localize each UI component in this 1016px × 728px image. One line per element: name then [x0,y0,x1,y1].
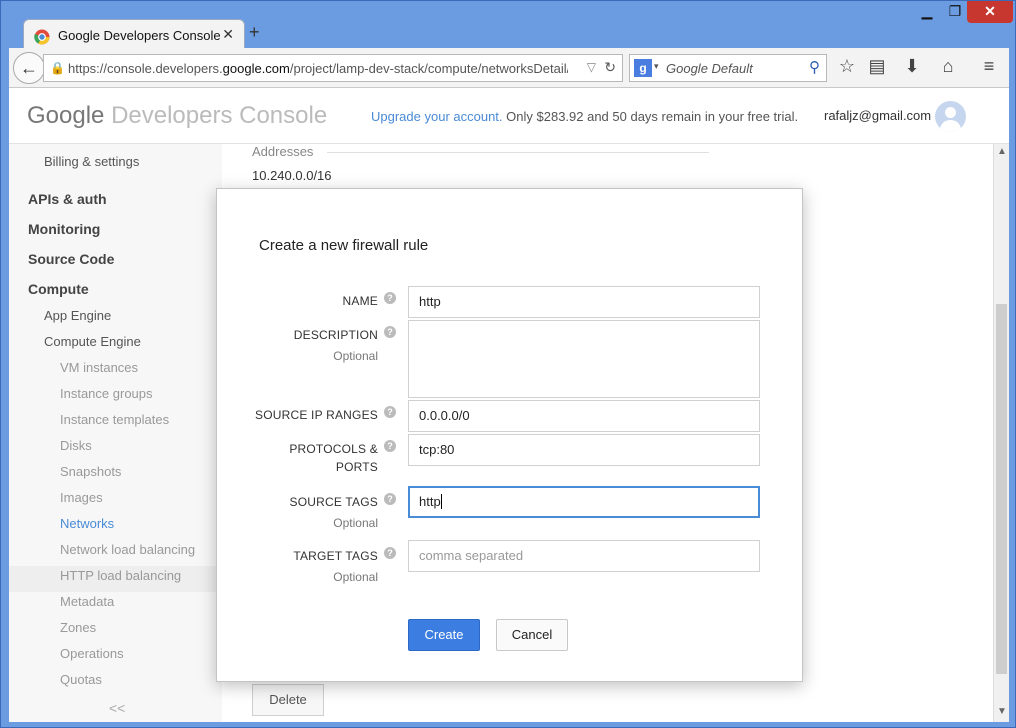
search-placeholder: Google Default [666,61,753,76]
sidebar-item-billing[interactable]: Billing & settings [44,154,139,169]
reading-list-icon[interactable]: ▤ [865,56,889,77]
section-divider [327,152,709,153]
search-icon[interactable]: ⚲ [809,58,820,76]
collapse-sidebar-icon[interactable]: << [109,700,125,716]
target-tags-input[interactable]: comma separated [408,540,760,572]
engine-dropdown-icon[interactable]: ▾ [654,61,659,72]
sidebar: Billing & settings APIs & auth Monitorin… [9,144,222,722]
upgrade-link[interactable]: Upgrade your account. [371,109,503,124]
name-label: NAME [342,294,378,308]
protocols-help-icon[interactable]: ? [384,440,396,452]
source-ip-ranges-label: SOURCE IP RANGES [254,408,378,422]
sidebar-item-monitoring[interactable]: Monitoring [28,221,100,237]
delete-button[interactable]: Delete [252,684,324,716]
source-ip-ranges-input[interactable]: 0.0.0.0/0 [408,400,760,432]
name-help-icon[interactable]: ? [384,292,396,304]
sidebar-item-apis-auth[interactable]: APIs & auth [28,191,107,207]
scroll-up-icon[interactable]: ▲ [997,146,1007,157]
description-help-icon[interactable]: ? [384,326,396,338]
sidebar-item-vm-instances[interactable]: VM instances [60,360,138,375]
minimize-icon[interactable]: ▁ [913,1,941,23]
sidebar-item-instance-groups[interactable]: Instance groups [60,386,153,401]
back-arrow-icon[interactable]: ← [13,52,45,84]
sidebar-item-images[interactable]: Images [60,490,103,505]
chrome-logo-icon [34,29,50,45]
sidebar-item-networks[interactable]: Networks [60,516,114,531]
console-logo[interactable]: Google Developers Console [27,102,327,130]
description-textarea[interactable] [408,320,760,398]
sidebar-item-quotas[interactable]: Quotas [60,672,102,687]
page-scrollbar[interactable]: ▲ ▼ [993,144,1009,722]
sidebar-item-source-code[interactable]: Source Code [28,251,114,267]
protocols-ports-label-line1: PROTOCOLS & [289,442,378,456]
name-input[interactable]: http [408,286,760,318]
scrollbar-thumb[interactable] [996,304,1007,674]
sidebar-item-compute-engine[interactable]: Compute Engine [44,334,141,349]
menu-icon[interactable]: ≡ [977,56,1001,77]
lock-icon: 🔒 [50,61,65,75]
sidebar-item-instance-templates[interactable]: Instance templates [60,412,169,427]
create-button[interactable]: Create [408,619,480,651]
sidebar-item-operations[interactable]: Operations [60,646,124,661]
console-header: Google Developers Console Upgrade your a… [9,88,1009,144]
browser-window: Google Developers Console ✕ + ▁ ❐ ✕ ← 🔒 … [0,0,1016,728]
history-dropdown-icon[interactable]: ▽ [587,60,596,74]
target-tags-label: TARGET TAGS [293,549,378,563]
search-bar[interactable]: g ▾ Google Default ⚲ [629,54,827,82]
sidebar-item-snapshots[interactable]: Snapshots [60,464,121,479]
addresses-value: 10.240.0.0/16 [252,168,332,183]
protocols-ports-input[interactable]: tcp:80 [408,434,760,466]
firewall-rule-dialog: Create a new firewall rule NAME ? http D… [216,188,803,682]
sidebar-item-app-engine[interactable]: App Engine [44,308,111,323]
dialog-title: Create a new firewall rule [259,237,429,254]
sidebar-item-http-load-balancing[interactable]: HTTP load balancing [60,568,181,583]
downloads-icon[interactable]: ⬇ [900,56,924,77]
url-text: https://console.developers.google.com/pr… [68,61,568,76]
source-tags-optional: Optional [333,516,378,530]
source-tags-label: SOURCE TAGS [289,495,378,509]
reload-icon[interactable]: ↻ [604,59,616,76]
source-tags-input[interactable]: http [408,486,760,518]
sidebar-item-compute[interactable]: Compute [28,281,89,297]
sidebar-item-disks[interactable]: Disks [60,438,92,453]
sidebar-item-zones[interactable]: Zones [60,620,96,635]
sidebar-item-metadata[interactable]: Metadata [60,594,114,609]
tab-bar: Google Developers Console ✕ + [9,9,1009,53]
source-tags-help-icon[interactable]: ? [384,493,396,505]
target-tags-help-icon[interactable]: ? [384,547,396,559]
description-optional: Optional [333,349,378,363]
navigation-toolbar: ← 🔒 https://console.developers.google.co… [9,48,1009,88]
tab-title: Google Developers Console [58,28,221,43]
target-tags-optional: Optional [333,570,378,584]
trial-banner: Upgrade your account. Only $283.92 and 5… [371,109,799,124]
addresses-label: Addresses [252,144,314,159]
account-email[interactable]: rafaljz@gmail.com [824,108,931,123]
avatar[interactable] [935,101,966,132]
protocols-ports-label-line2: PORTS [335,460,378,474]
text-cursor [440,494,442,509]
description-label: DESCRIPTION [293,328,378,342]
tab-close-icon[interactable]: ✕ [222,26,234,43]
home-icon[interactable]: ⌂ [936,56,960,77]
maximize-icon[interactable]: ❐ [941,1,969,23]
new-tab-icon[interactable]: + [249,22,260,43]
source-ip-help-icon[interactable]: ? [384,406,396,418]
window-close-icon[interactable]: ✕ [967,1,1013,23]
bookmark-star-icon[interactable]: ☆ [835,56,859,77]
address-bar[interactable]: 🔒 https://console.developers.google.com/… [43,54,623,82]
scroll-down-icon[interactable]: ▼ [997,706,1007,717]
google-search-engine-icon[interactable]: g [634,59,652,77]
cancel-button[interactable]: Cancel [496,619,568,651]
sidebar-item-network-load-balancing[interactable]: Network load balancing [60,542,195,557]
